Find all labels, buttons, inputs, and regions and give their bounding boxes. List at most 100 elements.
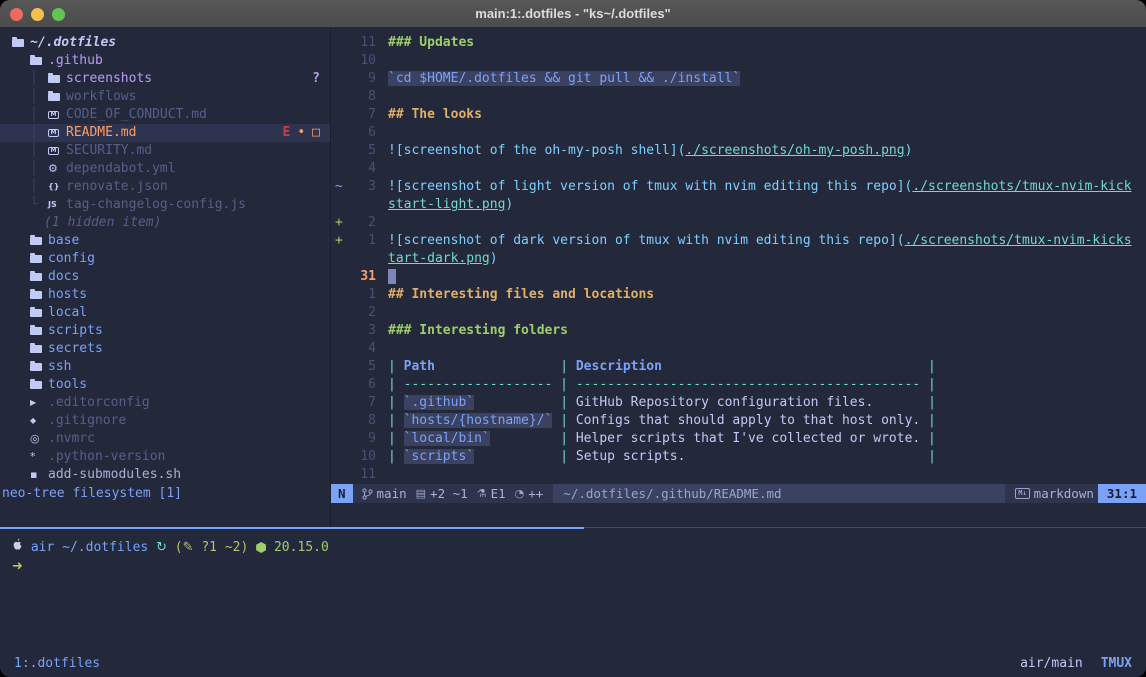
hexagon-icon: ◎: [30, 430, 44, 448]
gutter-sign: [331, 466, 346, 484]
editor-line[interactable]: 7## The looks: [331, 106, 1146, 124]
editor-line[interactable]: 9| `local/bin` | Helper scripts that I'v…: [331, 430, 1146, 448]
tree-item-editorconfig[interactable]: ▶.editorconfig: [0, 394, 330, 412]
line-text: `cd $HOME/.dotfiles && git pull && ./ins…: [388, 70, 1146, 88]
tree-item-dependabot-yml[interactable]: │⚙dependabot.yml: [0, 160, 330, 178]
tree-guide: │: [30, 160, 48, 178]
editor-line[interactable]: 5| Path | Description |: [331, 358, 1146, 376]
folder-icon: [30, 273, 44, 281]
line-number: 8: [346, 88, 376, 106]
editor-line[interactable]: 6: [331, 124, 1146, 142]
editor-line[interactable]: 4: [331, 340, 1146, 358]
tree-item-label: .github: [48, 52, 103, 70]
editor-line[interactable]: 5![screenshot of the oh-my-posh shell](.…: [331, 142, 1146, 160]
tree-item-ssh[interactable]: ssh: [0, 358, 330, 376]
tree-item-security-md[interactable]: │MSECURITY.md: [0, 142, 330, 160]
tree-item-readme-md[interactable]: │MREADME.mdE•□: [0, 124, 330, 142]
tree-item-config[interactable]: config: [0, 250, 330, 268]
editor-line[interactable]: 11### Updates: [331, 34, 1146, 52]
traffic-lights: [10, 0, 65, 28]
editor-line[interactable]: ~3![screenshot of light version of tmux …: [331, 178, 1146, 196]
editor-line[interactable]: 4: [331, 160, 1146, 178]
tree-guide: │: [30, 70, 48, 88]
tree-item-screenshots[interactable]: │screenshots?: [0, 70, 330, 88]
tree-item-base[interactable]: base: [0, 232, 330, 250]
minimize-button[interactable]: [31, 8, 44, 21]
text-segment: ): [905, 143, 913, 158]
tree-item-label: renovate.json: [66, 178, 168, 196]
tree-item-tools[interactable]: tools: [0, 376, 330, 394]
file-diff-icon: ▤: [416, 485, 426, 503]
tree-item-code-of-conduct-md[interactable]: │MCODE_OF_CONDUCT.md: [0, 106, 330, 124]
shell-pane[interactable]: air ~/.dotfiles ↻ (✎ ?1 ~2) 20.15.0 ➜: [0, 529, 1146, 576]
gutter-sign: [331, 142, 346, 160]
tree-item-label: screenshots: [66, 70, 152, 88]
tree-item-python-version[interactable]: *.python-version: [0, 448, 330, 466]
tree-item-docs[interactable]: docs: [0, 268, 330, 286]
editor-line[interactable]: 10: [331, 52, 1146, 70]
editor-line[interactable]: 9`cd $HOME/.dotfiles && git pull && ./in…: [331, 70, 1146, 88]
editor-line[interactable]: +1![screenshot of dark version of tmux w…: [331, 232, 1146, 250]
tree-item-label: add-submodules.sh: [48, 466, 181, 484]
statusline: N main ▤ +2 ~1 ⚗ E1: [331, 484, 1146, 503]
gutter-sign: [331, 34, 346, 52]
gutter-sign: ~: [331, 178, 346, 196]
line-number: [346, 196, 376, 214]
shell-input-line[interactable]: ➜: [12, 557, 1146, 576]
git-marker: □: [312, 124, 320, 142]
text-segment: `.github`: [404, 395, 474, 410]
editor-line[interactable]: 1## Interesting files and locations: [331, 286, 1146, 304]
editor-line[interactable]: 6| ------------------- | ---------------…: [331, 376, 1146, 394]
filetype-label: markdown: [1034, 485, 1094, 503]
editor-line-wrap[interactable]: start-light.png): [331, 196, 1146, 214]
editor-line[interactable]: 31: [331, 268, 1146, 286]
tree-item-tag-changelog-config-js[interactable]: └JStag-changelog-config.js: [0, 196, 330, 214]
markdown-icon: M↓: [1015, 488, 1029, 499]
tree-item-scripts[interactable]: scripts: [0, 322, 330, 340]
git-marker: E: [283, 124, 291, 142]
tree-item-label: ~/.dotfiles: [30, 34, 116, 52]
clock-icon: ◔: [515, 485, 525, 503]
line-text: | Path | Description |: [388, 358, 1146, 376]
tree-item-workflows[interactable]: │workflows: [0, 88, 330, 106]
tree-item-local[interactable]: local: [0, 304, 330, 322]
editor-line[interactable]: 3### Interesting folders: [331, 322, 1146, 340]
zoom-button[interactable]: [52, 8, 65, 21]
prompt-segment: (: [167, 538, 183, 557]
tree-item-1-hidden-item[interactable]: (1 hidden item): [0, 214, 330, 232]
line-number: 2: [346, 214, 376, 232]
tmux-window-item[interactable]: 1:.dotfiles: [14, 656, 100, 671]
editor-line[interactable]: 2: [331, 304, 1146, 322]
text-segment: ./screenshots/tmux-nvim-kick: [912, 179, 1131, 194]
editor-line[interactable]: 11: [331, 466, 1146, 484]
gutter-sign: +: [331, 214, 346, 232]
editor-line[interactable]: 8| `hosts/{hostname}/` | Configs that sh…: [331, 412, 1146, 430]
text-segment: [474, 395, 552, 410]
editor-line-wrap[interactable]: tart-dark.png): [331, 250, 1146, 268]
line-text: ![screenshot of dark version of tmux wit…: [388, 232, 1146, 250]
js-icon: JS: [48, 196, 62, 214]
tmux-session-name: air/main: [1020, 656, 1083, 671]
tree-item-hosts[interactable]: hosts: [0, 286, 330, 304]
tree-item-renovate-json[interactable]: │{}renovate.json: [0, 178, 330, 196]
text-segment: `scripts`: [404, 449, 474, 464]
editor-line[interactable]: 7| `.github` | GitHub Repository configu…: [331, 394, 1146, 412]
line-number: 10: [346, 52, 376, 70]
edit-icon: ✎: [183, 538, 194, 557]
folder-icon: [30, 237, 44, 245]
tree-item-gitignore[interactable]: ◆.gitignore: [0, 412, 330, 430]
tmux-pane-divider[interactable]: [0, 527, 1146, 529]
editor-line[interactable]: 8: [331, 88, 1146, 106]
text-segment: `hosts/{hostname}/`: [404, 413, 553, 428]
tree-item-secrets[interactable]: secrets: [0, 340, 330, 358]
tree-item-dotfiles[interactable]: ~/.dotfiles: [0, 34, 330, 52]
close-button[interactable]: [10, 8, 23, 21]
editor-line[interactable]: +2: [331, 214, 1146, 232]
line-text: [388, 466, 1146, 484]
tree-item-nvmrc[interactable]: ◎.nvmrc: [0, 430, 330, 448]
editor-line[interactable]: 10| `scripts` | Setup scripts. |: [331, 448, 1146, 466]
text-segment: ![screenshot of the oh-my-posh shell](: [388, 143, 685, 158]
tree-item-add-submodules-sh[interactable]: ▪add-submodules.sh: [0, 466, 330, 484]
tree-item-github[interactable]: .github: [0, 52, 330, 70]
line-text: [388, 268, 1146, 286]
